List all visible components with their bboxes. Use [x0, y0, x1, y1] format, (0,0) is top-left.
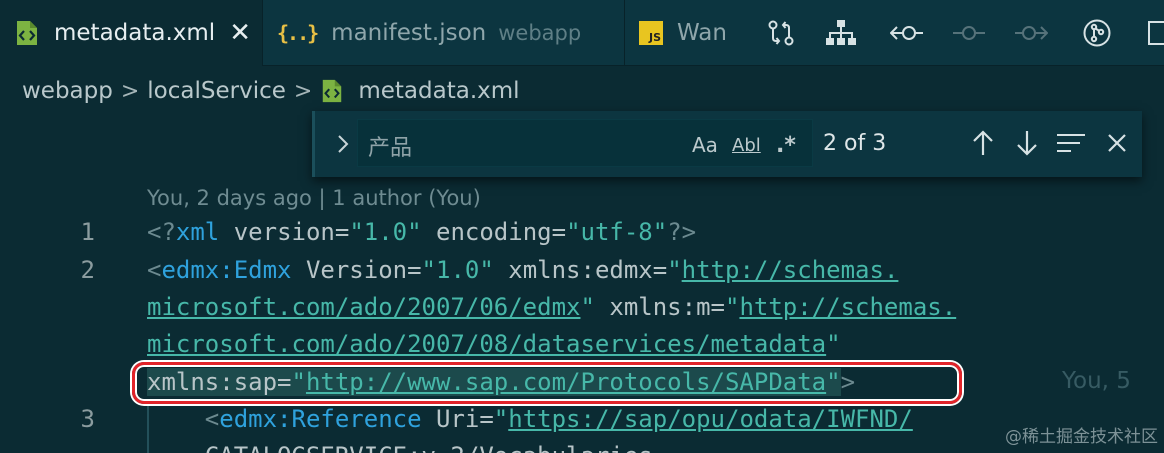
code-line-3[interactable]: <edmx:Reference Uri="https://sap/opu/oda… — [147, 405, 913, 433]
line-number: 3 — [80, 405, 95, 433]
tab-manifest-json[interactable]: {..} manifest.json webapp — [263, 0, 625, 66]
tab-label: Wan — [677, 20, 727, 46]
tab-description: webapp — [498, 21, 582, 45]
breadcrumb-item-metadata-xml[interactable]: metadata.xml — [358, 78, 519, 104]
editor-window: metadata.xml ✕ {..} manifest.json webapp… — [0, 0, 1164, 453]
codelens-blame[interactable]: You, 2 days ago | 1 author (You) — [147, 186, 481, 210]
json-file-icon: {..} — [277, 21, 319, 45]
highlight-annotation — [132, 362, 962, 404]
breadcrumb-item-localservice[interactable]: localService — [147, 78, 286, 104]
code-line-3-wrap-1[interactable]: CATALOGSERVICE;v=2/Vocabularies — [147, 442, 653, 453]
tab-bar: metadata.xml ✕ {..} manifest.json webapp… — [0, 0, 1164, 66]
chevron-right-icon: > — [120, 78, 140, 104]
breadcrumb-item-webapp[interactable]: webapp — [22, 78, 113, 104]
previous-change-icon[interactable] — [890, 16, 924, 50]
find-in-selection-icon[interactable] — [1055, 127, 1087, 159]
arrow-up-icon[interactable] — [967, 127, 999, 159]
split-editor-icon[interactable] — [1140, 16, 1164, 50]
code-line-2-wrap-2[interactable]: microsoft.com/ado/2007/08/dataservices/m… — [147, 330, 841, 358]
js-file-icon: JS — [639, 21, 663, 45]
editor-toolbar — [748, 0, 1164, 66]
find-match-count: 2 of 3 — [823, 131, 887, 156]
compare-changes-icon[interactable] — [764, 16, 798, 50]
whole-word-toggle[interactable]: Abl — [732, 132, 761, 158]
inline-blame: You, 5 — [1062, 368, 1131, 394]
tab-label: manifest.json — [331, 20, 487, 46]
line-number: 2 — [80, 256, 95, 284]
find-query[interactable]: 产品 — [368, 130, 412, 162]
current-change-icon[interactable] — [952, 16, 986, 50]
code-line-1[interactable]: <?xml version="1.0" encoding="utf-8"?> — [147, 218, 696, 246]
chevron-right-icon: > — [293, 78, 313, 104]
tab-label: metadata.xml — [54, 20, 216, 46]
chevron-right-icon[interactable] — [331, 129, 355, 159]
close-icon[interactable] — [1101, 127, 1133, 159]
arrow-down-icon[interactable] — [1011, 127, 1043, 159]
line-number: 1 — [80, 218, 95, 246]
watermark: @稀土掘金技术社区 — [1005, 427, 1158, 447]
match-case-toggle[interactable]: Aa — [692, 132, 718, 158]
git-graph-icon[interactable] — [1080, 16, 1114, 50]
xml-file-icon — [320, 78, 344, 104]
tab-js-file[interactable]: JS Wan — [625, 0, 748, 66]
find-widget: 产品 Aa Abl .* 2 of 3 — [312, 111, 1142, 177]
source-graph-icon[interactable] — [824, 16, 858, 50]
xml-file-icon — [14, 20, 40, 46]
code-line-2[interactable]: <edmx:Edmx Version="1.0" xmlns:edmx="htt… — [147, 256, 898, 284]
next-change-icon[interactable] — [1014, 16, 1048, 50]
close-icon[interactable]: ✕ — [229, 20, 251, 46]
breadcrumb: webapp > localService > metadata.xml — [22, 72, 520, 110]
find-input[interactable]: 产品 Aa Abl .* — [357, 119, 813, 167]
tab-metadata-xml[interactable]: metadata.xml ✕ — [0, 0, 263, 66]
code-line-2-wrap-1[interactable]: microsoft.com/ado/2007/06/edmx" xmlns:m=… — [147, 293, 956, 321]
regex-toggle[interactable]: .* — [776, 132, 796, 158]
